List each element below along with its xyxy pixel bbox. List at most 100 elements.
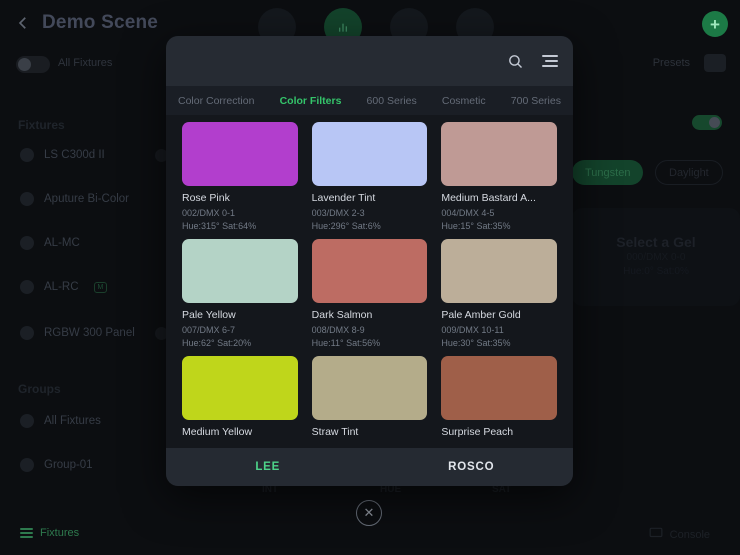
fixture-label: AL-MC — [44, 237, 80, 249]
sidebar-item-fixture-1[interactable]: Aputure Bi-Color — [20, 192, 129, 206]
tab-cosmetic[interactable]: Cosmetic — [442, 95, 486, 107]
sidebar-item-fixture-4[interactable]: RGBW 300 Panel — [20, 326, 135, 340]
gel-dmx: 009/DMX 10-11 — [441, 325, 557, 335]
category-tabs: Color Correction Color Filters 600 Serie… — [166, 86, 573, 115]
all-fixtures-toggle[interactable] — [16, 56, 50, 73]
tab-color-filters[interactable]: Color Filters — [280, 95, 342, 107]
nav-tab-fixtures-label: Fixtures — [40, 527, 79, 539]
fixture-label: Aputure Bi-Color — [44, 193, 129, 205]
preset-chip-daylight[interactable]: Daylight — [655, 160, 723, 185]
group-label: All Fixtures — [44, 415, 101, 427]
tab-color-correction[interactable]: Color Correction — [178, 95, 254, 107]
back-chevron-icon[interactable] — [14, 14, 32, 32]
fixture-label: AL-RC — [44, 281, 79, 293]
nav-tab-console[interactable]: Console — [649, 527, 710, 542]
fixture-status-dot — [20, 192, 34, 206]
gel-dmx: 003/DMX 2-3 — [312, 208, 428, 218]
gel-name: Lavender Tint — [312, 192, 428, 204]
gel-cell[interactable]: Lavender Tint 003/DMX 2-3 Hue:296° Sat:6% — [312, 122, 428, 231]
app-root: Demo Scene + All Fixtures Presets Fixtur… — [0, 0, 740, 555]
hamburger-menu-icon[interactable] — [542, 55, 558, 66]
console-icon — [649, 527, 663, 542]
gel-swatch[interactable] — [182, 122, 298, 186]
fixture-label: RGBW 300 Panel — [44, 327, 135, 339]
gel-swatch[interactable] — [441, 122, 557, 186]
search-icon[interactable] — [507, 53, 524, 70]
gel-dmx: 004/DMX 4-5 — [441, 208, 557, 218]
preset-chip-tungsten[interactable]: Tungsten — [572, 160, 643, 185]
gel-name: Pale Yellow — [182, 309, 298, 321]
gel-swatch[interactable] — [312, 239, 428, 303]
tab-700-series[interactable]: 700 Series — [511, 95, 561, 107]
nav-tab-fixtures[interactable]: Fixtures — [20, 527, 79, 539]
fixture-status-dot — [20, 148, 34, 162]
gel-swatch[interactable] — [441, 239, 557, 303]
bottom-navigation: Fixtures Console — [0, 523, 740, 549]
sidebar-item-fixture-3[interactable]: AL-RC M — [20, 280, 107, 294]
gel-cell[interactable]: Medium Bastard A... 004/DMX 4-5 Hue:15° Sa… — [441, 122, 557, 231]
fixture-badge: M — [94, 282, 108, 293]
gel-dmx: 002/DMX 0-1 — [182, 208, 298, 218]
presets-button[interactable] — [704, 54, 726, 72]
sidebar-item-group-1[interactable]: Group-01 — [20, 458, 93, 472]
fixture-status-dot — [20, 280, 34, 294]
gel-preview-dmx: 000/DMX 0-0 — [572, 252, 740, 263]
gel-name: Medium Yellow — [182, 426, 298, 438]
presets-label: Presets — [653, 57, 690, 69]
gel-hue-sat: Hue:30° Sat:35% — [441, 338, 557, 348]
gel-dmx: 007/DMX 6-7 — [182, 325, 298, 335]
group-label: Group-01 — [44, 459, 93, 471]
gel-hue-sat: Hue:315° Sat:64% — [182, 221, 298, 231]
gel-swatch[interactable] — [441, 356, 557, 420]
gel-name: Rose Pink — [182, 192, 298, 204]
list-icon — [20, 528, 33, 538]
brand-tab-bar: LEE ROSCO — [166, 448, 573, 486]
bar-chart-icon — [335, 19, 351, 35]
nav-tab-console-label: Console — [670, 529, 710, 541]
sidebar-item-fixture-2[interactable]: AL-MC — [20, 236, 80, 250]
gel-cell[interactable]: Medium Yellow — [182, 356, 298, 442]
sidebar-item-fixture-0[interactable]: LS C300d II — [20, 148, 105, 162]
gel-cell[interactable]: Surprise Peach — [441, 356, 557, 442]
gel-grid: Rose Pink 002/DMX 0-1 Hue:315° Sat:64% Lave… — [166, 115, 573, 442]
fixture-status-dot — [20, 326, 34, 340]
gel-swatch[interactable] — [312, 122, 428, 186]
group-status-dot — [20, 458, 34, 472]
gel-name: Surprise Peach — [441, 426, 557, 438]
gel-cell[interactable]: Straw Tint — [312, 356, 428, 442]
brand-tab-rosco[interactable]: ROSCO — [370, 461, 574, 473]
gel-dmx: 008/DMX 8-9 — [312, 325, 428, 335]
add-button[interactable]: + — [702, 11, 728, 37]
gel-cell[interactable]: Pale Amber Gold 009/DMX 10-11 Hue:30° Sat:… — [441, 239, 557, 348]
all-fixtures-label: All Fixtures — [58, 57, 112, 69]
fixtures-section-title: Fixtures — [18, 118, 65, 132]
gel-swatch[interactable] — [182, 239, 298, 303]
gel-cell[interactable]: Dark Salmon 008/DMX 8-9 Hue:11° Sat:56% — [312, 239, 428, 348]
sidebar-item-group-0[interactable]: All Fixtures — [20, 414, 101, 428]
gel-name: Pale Amber Gold — [441, 309, 557, 321]
gel-cell[interactable]: Pale Yellow 007/DMX 6-7 Hue:62° Sat:20% — [182, 239, 298, 348]
gel-grid-scroll[interactable]: Rose Pink 002/DMX 0-1 Hue:315° Sat:64% Lave… — [166, 115, 573, 448]
gel-preview-hue: Hue:0° Sat:0% — [572, 266, 740, 277]
gel-name: Dark Salmon — [312, 309, 428, 321]
gel-preview-title: Select a Gel — [572, 234, 740, 250]
gel-preview-panel[interactable]: Select a Gel 000/DMX 0-0 Hue:0° Sat:0% — [572, 208, 740, 306]
gel-hue-sat: Hue:296° Sat:6% — [312, 221, 428, 231]
scene-title: Demo Scene — [42, 12, 158, 34]
modal-header — [166, 36, 573, 86]
fixture-label: LS C300d II — [44, 149, 105, 161]
gel-name: Medium Bastard A... — [441, 192, 557, 204]
brand-tab-lee[interactable]: LEE — [166, 461, 370, 473]
gel-name: Straw Tint — [312, 426, 428, 438]
gel-picker-modal: Color Correction Color Filters 600 Serie… — [166, 36, 573, 486]
gel-swatch[interactable] — [312, 356, 428, 420]
gel-hue-sat: Hue:11° Sat:56% — [312, 338, 428, 348]
gel-hue-sat: Hue:62° Sat:20% — [182, 338, 298, 348]
tab-600-series[interactable]: 600 Series — [367, 95, 417, 107]
gel-cell[interactable]: Rose Pink 002/DMX 0-1 Hue:315° Sat:64% — [182, 122, 298, 231]
right-panel-toggle[interactable] — [692, 115, 722, 130]
fixture-status-dot — [20, 236, 34, 250]
group-status-dot — [20, 414, 34, 428]
gel-swatch[interactable] — [182, 356, 298, 420]
gel-hue-sat: Hue:15° Sat:35% — [441, 221, 557, 231]
